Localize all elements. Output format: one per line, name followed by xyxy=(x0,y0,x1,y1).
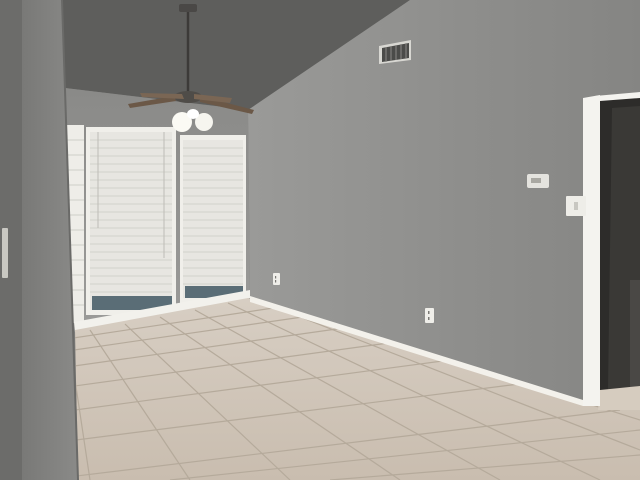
wall-outlet-icon xyxy=(273,273,280,285)
light-switch-icon xyxy=(2,228,8,278)
doorway xyxy=(583,92,640,410)
wall-outlet-icon xyxy=(425,308,434,323)
window-left xyxy=(86,127,176,315)
room-scene xyxy=(0,0,640,480)
light-switch-icon xyxy=(566,196,586,216)
window-right xyxy=(180,135,246,303)
thermostat-icon xyxy=(527,174,549,188)
room-illustration xyxy=(0,0,640,480)
